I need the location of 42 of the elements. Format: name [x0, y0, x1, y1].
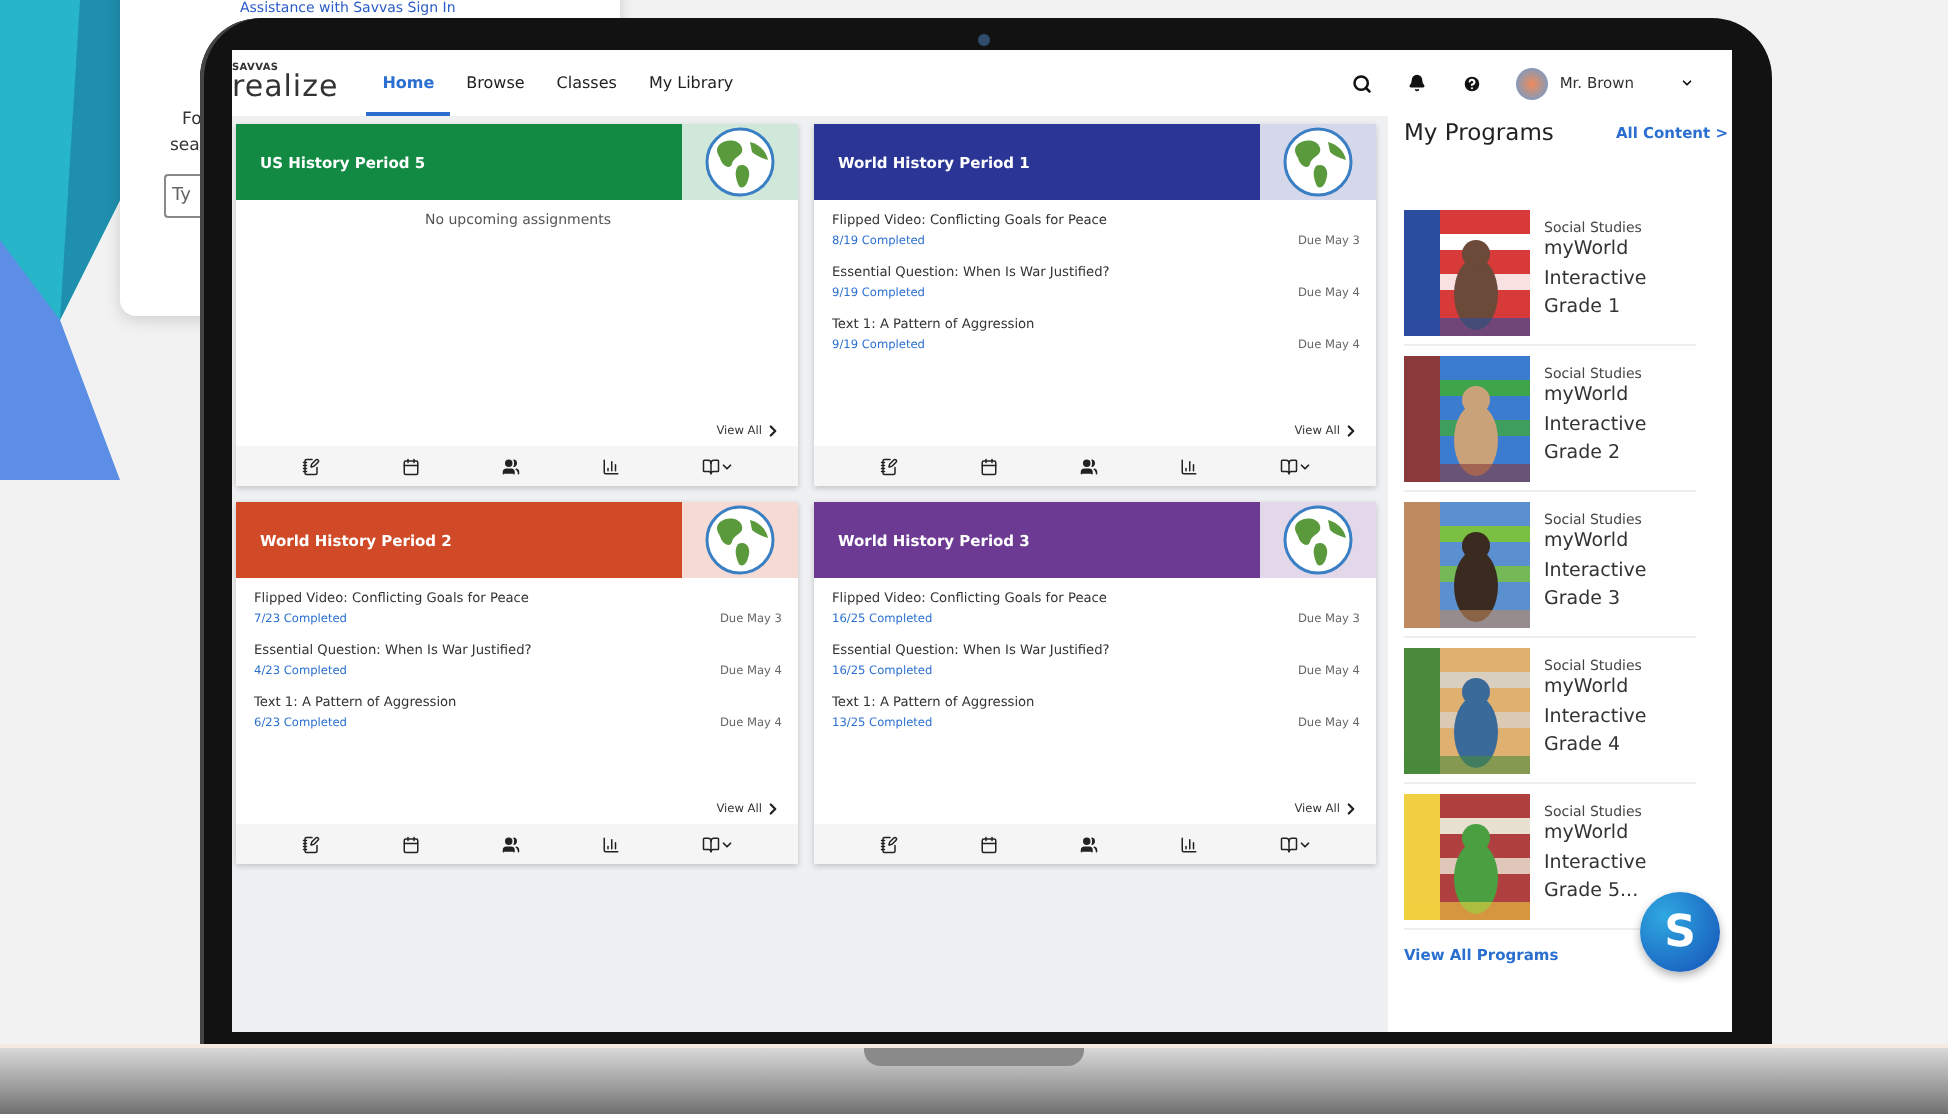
globe-icon	[704, 504, 776, 576]
globe-icon	[1282, 504, 1354, 576]
camera-icon	[978, 34, 990, 46]
people-icon[interactable]	[501, 457, 519, 475]
avatar	[1515, 67, 1548, 99]
calendar-icon[interactable]	[979, 457, 997, 475]
calendar-icon[interactable]	[401, 835, 419, 853]
people-icon[interactable]	[1079, 457, 1097, 475]
chevron-right-icon	[1342, 422, 1360, 440]
people-icon[interactable]	[1079, 835, 1097, 853]
book-icon[interactable]	[1279, 457, 1311, 475]
assignment-icon[interactable]	[879, 835, 897, 853]
globe-icon	[704, 126, 776, 198]
chevron-right-icon	[764, 422, 782, 440]
people-icon[interactable]	[501, 835, 519, 853]
chevron-right-icon	[1342, 800, 1360, 818]
chart-icon[interactable]	[1179, 457, 1197, 475]
book-icon[interactable]	[701, 457, 733, 475]
help-icon[interactable]	[1461, 73, 1482, 93]
calendar-icon[interactable]	[979, 835, 997, 853]
calendar-icon[interactable]	[401, 457, 419, 475]
assignment-icon[interactable]	[879, 457, 897, 475]
chart-icon[interactable]	[601, 457, 619, 475]
sign-in-text: sea	[170, 136, 200, 156]
search-icon[interactable]	[1351, 73, 1372, 93]
savvas-chat-button[interactable]: S	[1640, 892, 1720, 972]
chevron-right-icon	[764, 800, 782, 818]
nav-tab[interactable]: Browse	[450, 50, 541, 116]
assignment-icon[interactable]	[301, 835, 319, 853]
nav-tab[interactable]: Home	[366, 50, 451, 116]
chart-icon[interactable]	[1179, 835, 1197, 853]
globe-icon	[1282, 126, 1354, 198]
panel-title: My Programs	[1404, 118, 1554, 146]
bell-icon[interactable]	[1407, 74, 1426, 92]
book-icon[interactable]	[1279, 835, 1311, 853]
assignment-icon[interactable]	[301, 457, 319, 475]
logo: realize	[232, 72, 339, 102]
book-icon[interactable]	[701, 835, 733, 853]
nav-tab[interactable]: My Library	[632, 50, 750, 116]
chart-icon[interactable]	[601, 835, 619, 853]
caret-icon[interactable]	[1680, 76, 1694, 90]
nav-tab[interactable]: Classes	[540, 50, 633, 116]
